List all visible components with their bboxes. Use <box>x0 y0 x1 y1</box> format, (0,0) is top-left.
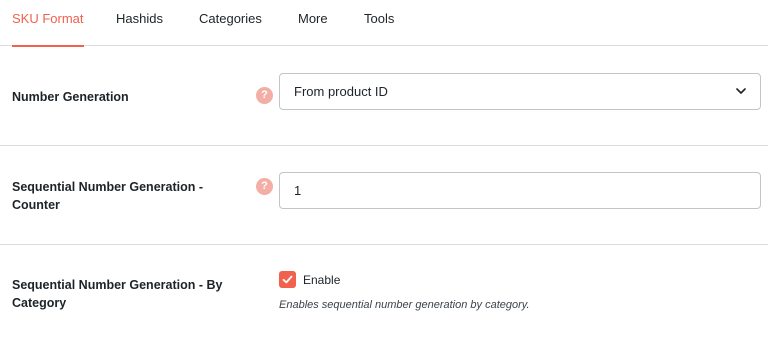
chevron-down-icon <box>736 88 746 94</box>
question-icon[interactable]: ? <box>256 178 273 195</box>
tab-categories[interactable]: Categories <box>199 0 262 46</box>
by-category-description: Enables sequential number generation by … <box>279 299 530 311</box>
tab-hashids[interactable]: Hashids <box>116 0 163 46</box>
enable-checkbox-label[interactable]: Enable <box>303 272 340 288</box>
tab-sku-format[interactable]: SKU Format <box>12 0 84 47</box>
sequential-counter-label-line2: Counter <box>12 198 60 212</box>
sequential-counter-label: Sequential Number Generation - Counter <box>12 178 203 214</box>
number-generation-selected-value: From product ID <box>294 84 388 99</box>
sequential-by-category-label-line1: Sequential Number Generation - By <box>12 278 223 292</box>
tab-tools[interactable]: Tools <box>364 0 394 46</box>
sequential-by-category-label: Sequential Number Generation - By Catego… <box>12 276 222 312</box>
number-generation-select[interactable]: From product ID <box>279 73 761 110</box>
sequential-counter-input[interactable] <box>279 172 761 209</box>
sequential-by-category-label-line2: Category <box>12 296 67 310</box>
row-divider <box>0 244 768 245</box>
checkmark-icon <box>282 275 293 284</box>
settings-tabs: SKU Format Hashids Categories More Tools <box>0 0 768 47</box>
sequential-counter-label-line1: Sequential Number Generation - <box>12 180 204 194</box>
question-icon[interactable]: ? <box>256 87 273 104</box>
number-generation-label: Number Generation <box>12 90 129 104</box>
row-divider <box>0 145 768 146</box>
enable-by-category-checkbox[interactable] <box>279 271 296 288</box>
tab-more[interactable]: More <box>298 0 328 46</box>
